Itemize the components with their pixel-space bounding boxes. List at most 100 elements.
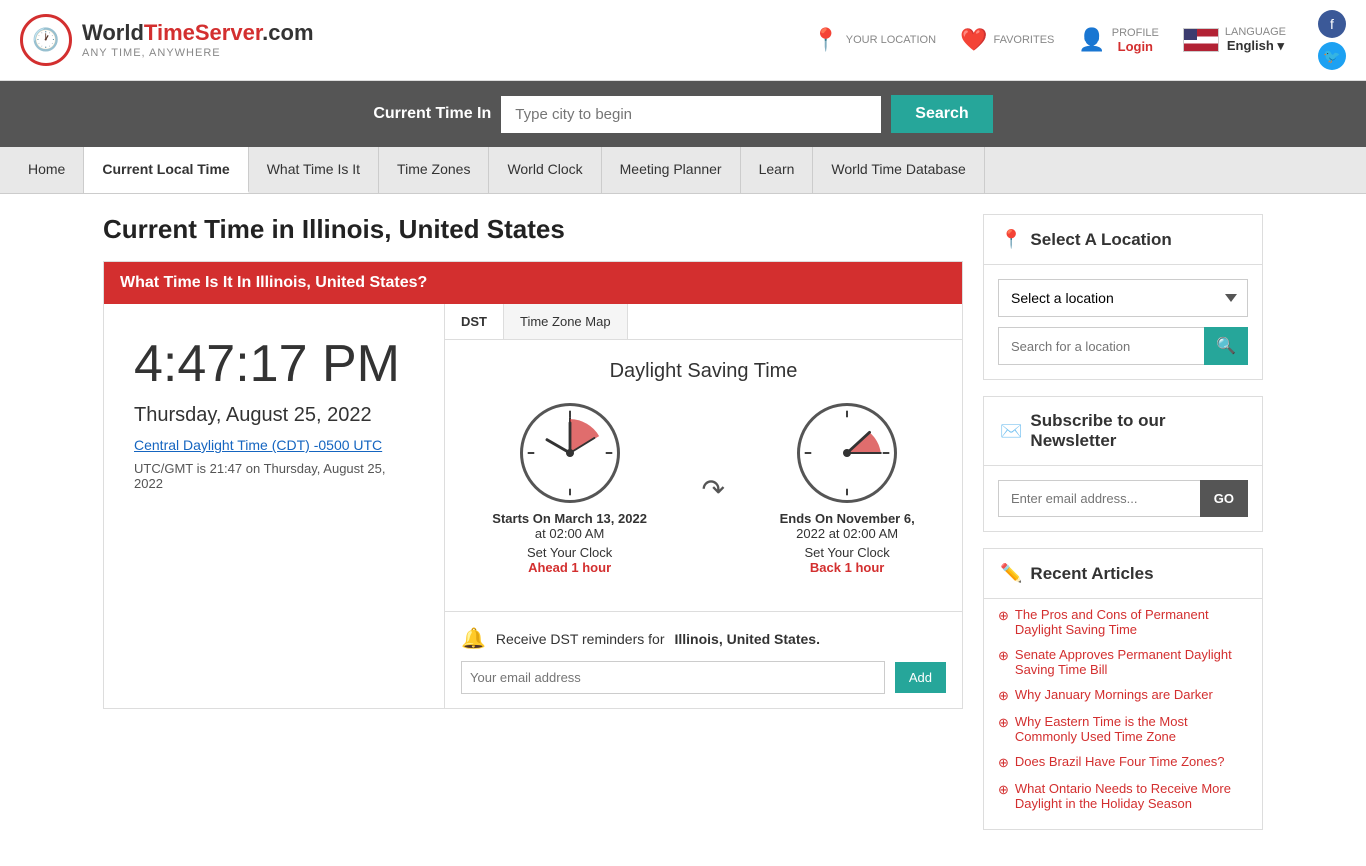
profile-label: PROFILE bbox=[1112, 27, 1159, 39]
newsletter-body: GO bbox=[984, 466, 1262, 531]
dst-add-button[interactable]: Add bbox=[895, 662, 946, 693]
content: Current Time in Illinois, United States … bbox=[103, 214, 983, 846]
newsletter-header: ✉️ Subscribe to our Newsletter bbox=[984, 397, 1262, 466]
select-location-title: Select A Location bbox=[1030, 230, 1171, 250]
clock-start: Starts On March 13, 2022 at 02:00 AM Set… bbox=[492, 403, 647, 575]
utc-note: UTC/GMT is 21:47 on Thursday, August 25,… bbox=[134, 461, 414, 491]
pencil-icon: ✏️ bbox=[1000, 563, 1022, 584]
clock-center-end bbox=[843, 449, 851, 457]
dst-title: Daylight Saving Time bbox=[465, 360, 942, 383]
sidebar: 📍 Select A Location Select a location 🔍 … bbox=[983, 214, 1263, 846]
nav-menu: Home Current Local Time What Time Is It … bbox=[0, 147, 1366, 194]
article-link-2[interactable]: Why January Mornings are Darker bbox=[998, 687, 1248, 704]
location-search-row: 🔍 bbox=[998, 327, 1248, 365]
nav-world-clock[interactable]: World Clock bbox=[489, 147, 601, 193]
favorites-nav[interactable]: ❤️ FAVORITES bbox=[960, 27, 1054, 53]
dst-reminder: 🔔 Receive DST reminders for Illinois, Un… bbox=[445, 611, 962, 708]
clocks-row: Starts On March 13, 2022 at 02:00 AM Set… bbox=[465, 403, 942, 575]
header: 🕐 WorldTimeServer.com ANY TIME, ANYWHERE… bbox=[0, 0, 1366, 81]
recent-articles-section: ✏️ Recent Articles The Pros and Cons of … bbox=[983, 548, 1263, 830]
logo-area: 🕐 WorldTimeServer.com ANY TIME, ANYWHERE bbox=[20, 14, 812, 66]
time-container: What Time Is It In Illinois, United Stat… bbox=[103, 261, 963, 709]
search-input[interactable] bbox=[501, 96, 881, 133]
nav-learn[interactable]: Learn bbox=[741, 147, 814, 193]
clock-end-info: Ends On November 6, 2022 at 02:00 AM bbox=[780, 511, 915, 541]
time-left: 4:47:17 PM Thursday, August 25, 2022 Cen… bbox=[104, 304, 444, 708]
location-icon: 📍 bbox=[1000, 229, 1022, 250]
logo-text: WorldTimeServer.com ANY TIME, ANYWHERE bbox=[82, 20, 314, 60]
twitter-icon[interactable]: 🐦 bbox=[1318, 42, 1346, 70]
flag-icon bbox=[1183, 28, 1219, 52]
clock-end-action: Set Your Clock Back 1 hour bbox=[805, 545, 890, 575]
profile-nav[interactable]: 👤 PROFILE Login bbox=[1078, 27, 1158, 54]
favorites-label: FAVORITES bbox=[993, 34, 1054, 46]
logo-icon: 🕐 bbox=[20, 14, 72, 66]
recent-articles-header: ✏️ Recent Articles bbox=[984, 549, 1262, 599]
starts-label: Starts On March 13, 2022 bbox=[492, 511, 647, 526]
heart-icon: ❤️ bbox=[960, 27, 987, 53]
dst-email-input[interactable] bbox=[461, 661, 885, 694]
your-location-nav[interactable]: 📍 YOUR LOCATION bbox=[812, 27, 936, 53]
newsletter-email-input[interactable] bbox=[998, 480, 1200, 517]
tagline: ANY TIME, ANYWHERE bbox=[82, 47, 314, 60]
location-search-input[interactable] bbox=[998, 327, 1204, 365]
brand-name: WorldTimeServer.com bbox=[82, 20, 314, 46]
article-link-4[interactable]: Does Brazil Have Four Time Zones? bbox=[998, 754, 1248, 771]
clock-start-info: Starts On March 13, 2022 at 02:00 AM bbox=[492, 511, 647, 541]
brand-server: Server bbox=[195, 20, 262, 45]
article-item-4: Does Brazil Have Four Time Zones? bbox=[998, 754, 1248, 771]
language-nav[interactable]: LANGUAGE English ▾ bbox=[1183, 26, 1286, 54]
page-title: Current Time in Illinois, United States bbox=[103, 214, 963, 245]
envelope-icon: ✉️ bbox=[1000, 421, 1022, 442]
your-location-label: YOUR LOCATION bbox=[846, 34, 936, 46]
search-button[interactable]: Search bbox=[891, 95, 992, 133]
date-display: Thursday, August 25, 2022 bbox=[134, 404, 414, 427]
article-link-0[interactable]: The Pros and Cons of Permanent Daylight … bbox=[998, 607, 1248, 637]
article-item-0: The Pros and Cons of Permanent Daylight … bbox=[998, 607, 1248, 637]
clock-center-start bbox=[566, 449, 574, 457]
select-location-header: 📍 Select A Location bbox=[984, 215, 1262, 265]
newsletter-go-button[interactable]: GO bbox=[1200, 480, 1248, 517]
clock-start-face bbox=[520, 403, 620, 503]
dst-panel: DST Time Zone Map Daylight Saving Time bbox=[444, 304, 962, 708]
time-display: 4:47:17 PM bbox=[134, 334, 414, 394]
time-inner: 4:47:17 PM Thursday, August 25, 2022 Cen… bbox=[104, 304, 962, 708]
articles-list: The Pros and Cons of Permanent Daylight … bbox=[984, 599, 1262, 829]
tab-dst[interactable]: DST bbox=[445, 304, 504, 339]
nav-what-time-is-it[interactable]: What Time Is It bbox=[249, 147, 379, 193]
article-item-1: Senate Approves Permanent Daylight Savin… bbox=[998, 647, 1248, 677]
newsletter-title: Subscribe to our Newsletter bbox=[1030, 411, 1246, 451]
login-link[interactable]: Login bbox=[1112, 39, 1159, 54]
header-nav: 📍 YOUR LOCATION ❤️ FAVORITES 👤 PROFILE L… bbox=[812, 10, 1346, 70]
dst-arrow: ↷ bbox=[702, 473, 725, 506]
brand-time: Time bbox=[144, 20, 195, 45]
ends-label: Ends On November 6, bbox=[780, 511, 915, 526]
location-search-button[interactable]: 🔍 bbox=[1204, 327, 1248, 365]
starts-time: at 02:00 AM bbox=[492, 526, 647, 541]
clock-end: Ends On November 6, 2022 at 02:00 AM Set… bbox=[780, 403, 915, 575]
facebook-icon[interactable]: f bbox=[1318, 10, 1346, 38]
set-clock-label-end: Set Your Clock bbox=[805, 545, 890, 560]
language-value: English ▾ bbox=[1225, 38, 1286, 54]
select-location-section: 📍 Select A Location Select a location 🔍 bbox=[983, 214, 1263, 380]
nav-world-time-database[interactable]: World Time Database bbox=[813, 147, 984, 193]
language-value-text: English bbox=[1227, 38, 1274, 53]
newsletter-input-row: GO bbox=[998, 480, 1248, 517]
tab-time-zone-map[interactable]: Time Zone Map bbox=[504, 304, 628, 339]
nav-time-zones[interactable]: Time Zones bbox=[379, 147, 489, 193]
location-dropdown[interactable]: Select a location bbox=[998, 279, 1248, 317]
recent-articles-title: Recent Articles bbox=[1030, 564, 1153, 584]
article-link-5[interactable]: What Ontario Needs to Receive More Dayli… bbox=[998, 781, 1248, 811]
nav-home[interactable]: Home bbox=[10, 147, 84, 193]
timezone-link[interactable]: Central Daylight Time (CDT) -0500 UTC bbox=[134, 437, 414, 453]
ends-label2: 2022 at 02:00 AM bbox=[780, 526, 915, 541]
newsletter-section: ✉️ Subscribe to our Newsletter GO bbox=[983, 396, 1263, 532]
nav-meeting-planner[interactable]: Meeting Planner bbox=[602, 147, 741, 193]
reminder-bold: Illinois, United States. bbox=[674, 631, 819, 647]
nav-current-local-time[interactable]: Current Local Time bbox=[84, 147, 248, 193]
article-link-3[interactable]: Why Eastern Time is the Most Commonly Us… bbox=[998, 714, 1248, 744]
article-link-1[interactable]: Senate Approves Permanent Daylight Savin… bbox=[998, 647, 1248, 677]
article-item-2: Why January Mornings are Darker bbox=[998, 687, 1248, 704]
main-layout: Current Time in Illinois, United States … bbox=[83, 194, 1283, 866]
select-location-body: Select a location 🔍 bbox=[984, 265, 1262, 379]
